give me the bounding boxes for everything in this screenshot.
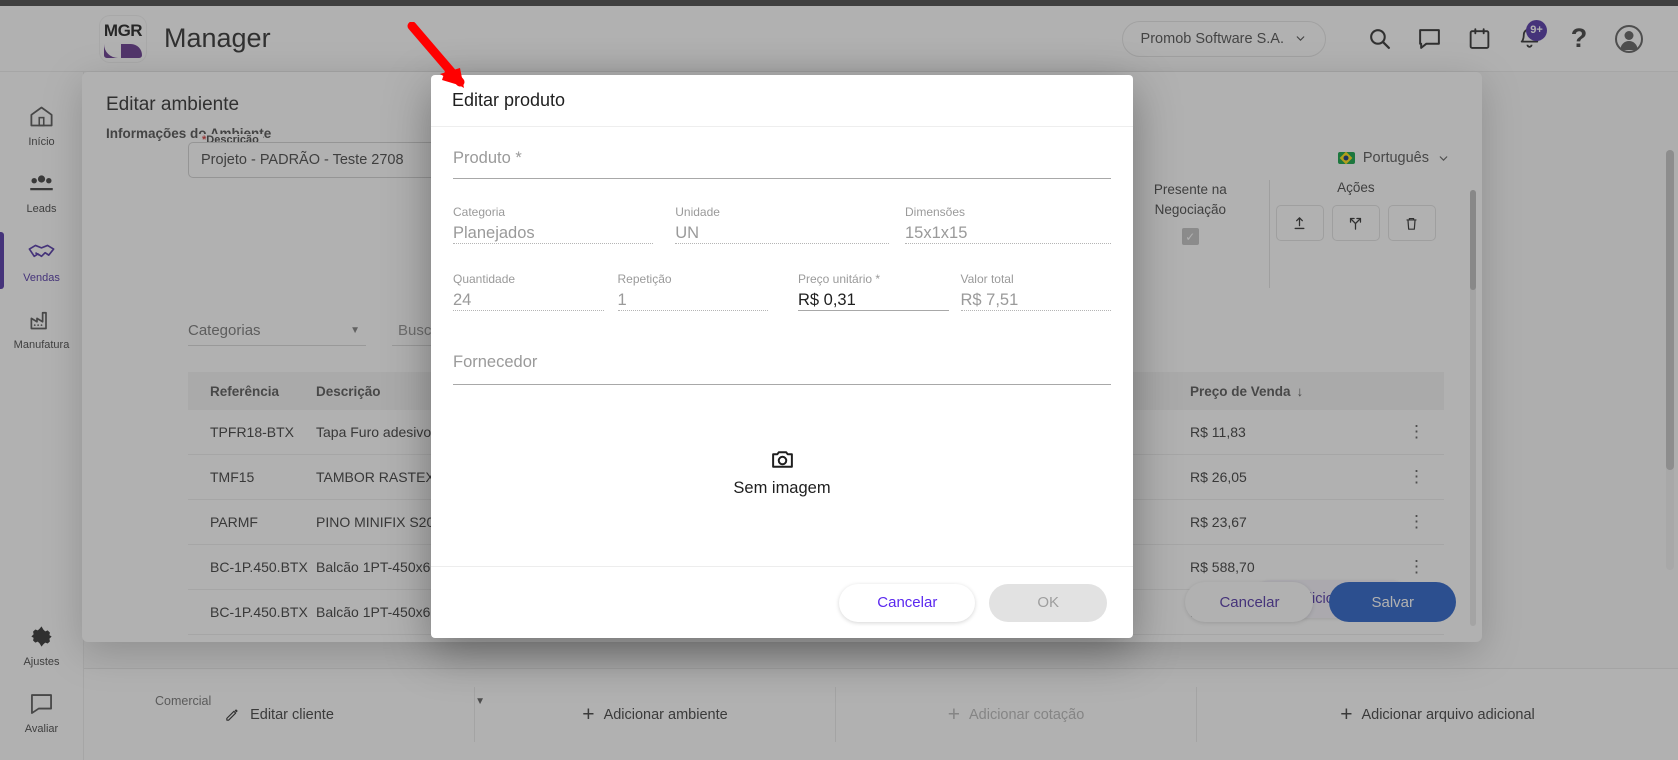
- quantidade-field[interactable]: Quantidade 24: [453, 272, 604, 311]
- valor-total-value: R$ 7,51: [960, 291, 1019, 309]
- categoria-field[interactable]: Categoria Planejados: [453, 205, 654, 244]
- app-root: MGR Manager Promob Software S.A. 9+ ? In…: [0, 0, 1678, 760]
- fornecedor-field[interactable]: Fornecedor: [453, 353, 1111, 385]
- product-ok-button: OK: [989, 583, 1107, 622]
- annotation-arrow: [407, 22, 465, 88]
- produto-placeholder: Produto *: [453, 149, 522, 167]
- produto-field[interactable]: Produto *: [453, 149, 1111, 179]
- unidade-field[interactable]: Unidade UN: [675, 205, 889, 244]
- repeticao-value: 1: [617, 291, 627, 309]
- repeticao-field[interactable]: Repetição 1: [617, 272, 768, 311]
- product-modal-body: Produto * Categoria Planejados Unidade U…: [431, 127, 1133, 566]
- preco-unitario-value: R$ 0,31: [798, 291, 856, 309]
- valor-total-label: Valor total: [960, 272, 1014, 286]
- quantidade-value: 24: [453, 291, 472, 309]
- edit-product-modal: Editar produto Produto * Categoria Plane…: [431, 75, 1133, 638]
- quantidade-label: Quantidade: [453, 272, 516, 286]
- product-modal-footer: Cancelar OK: [431, 566, 1133, 638]
- product-cancel-button[interactable]: Cancelar: [839, 583, 976, 622]
- preco-unitario-label: Preço unitário *: [798, 272, 881, 286]
- preco-unitario-field[interactable]: Preço unitário * R$ 0,31: [798, 272, 949, 311]
- unidade-label: Unidade: [675, 205, 720, 219]
- image-placeholder: Sem imagem: [431, 447, 1133, 498]
- product-row-1: Categoria Planejados Unidade UN Dimensõe…: [453, 205, 1112, 244]
- no-image-label: Sem imagem: [733, 479, 831, 497]
- camera-icon: [771, 451, 793, 468]
- valor-total-field: Valor total R$ 7,51: [960, 272, 1111, 311]
- categoria-label: Categoria: [453, 205, 506, 219]
- unidade-value: UN: [675, 224, 700, 242]
- categoria-value: Planejados: [453, 224, 535, 242]
- repeticao-label: Repetição: [617, 272, 672, 286]
- dimensoes-label: Dimensões: [904, 205, 966, 219]
- product-modal-title: Editar produto: [431, 75, 1133, 127]
- product-row-2: Quantidade 24 Repetição 1 Preço unitário…: [453, 272, 1111, 311]
- dimensoes-field[interactable]: Dimensões 15x1x15: [904, 205, 1112, 244]
- dimensoes-value: 15x1x15: [904, 224, 968, 242]
- fornecedor-placeholder: Fornecedor: [453, 353, 538, 371]
